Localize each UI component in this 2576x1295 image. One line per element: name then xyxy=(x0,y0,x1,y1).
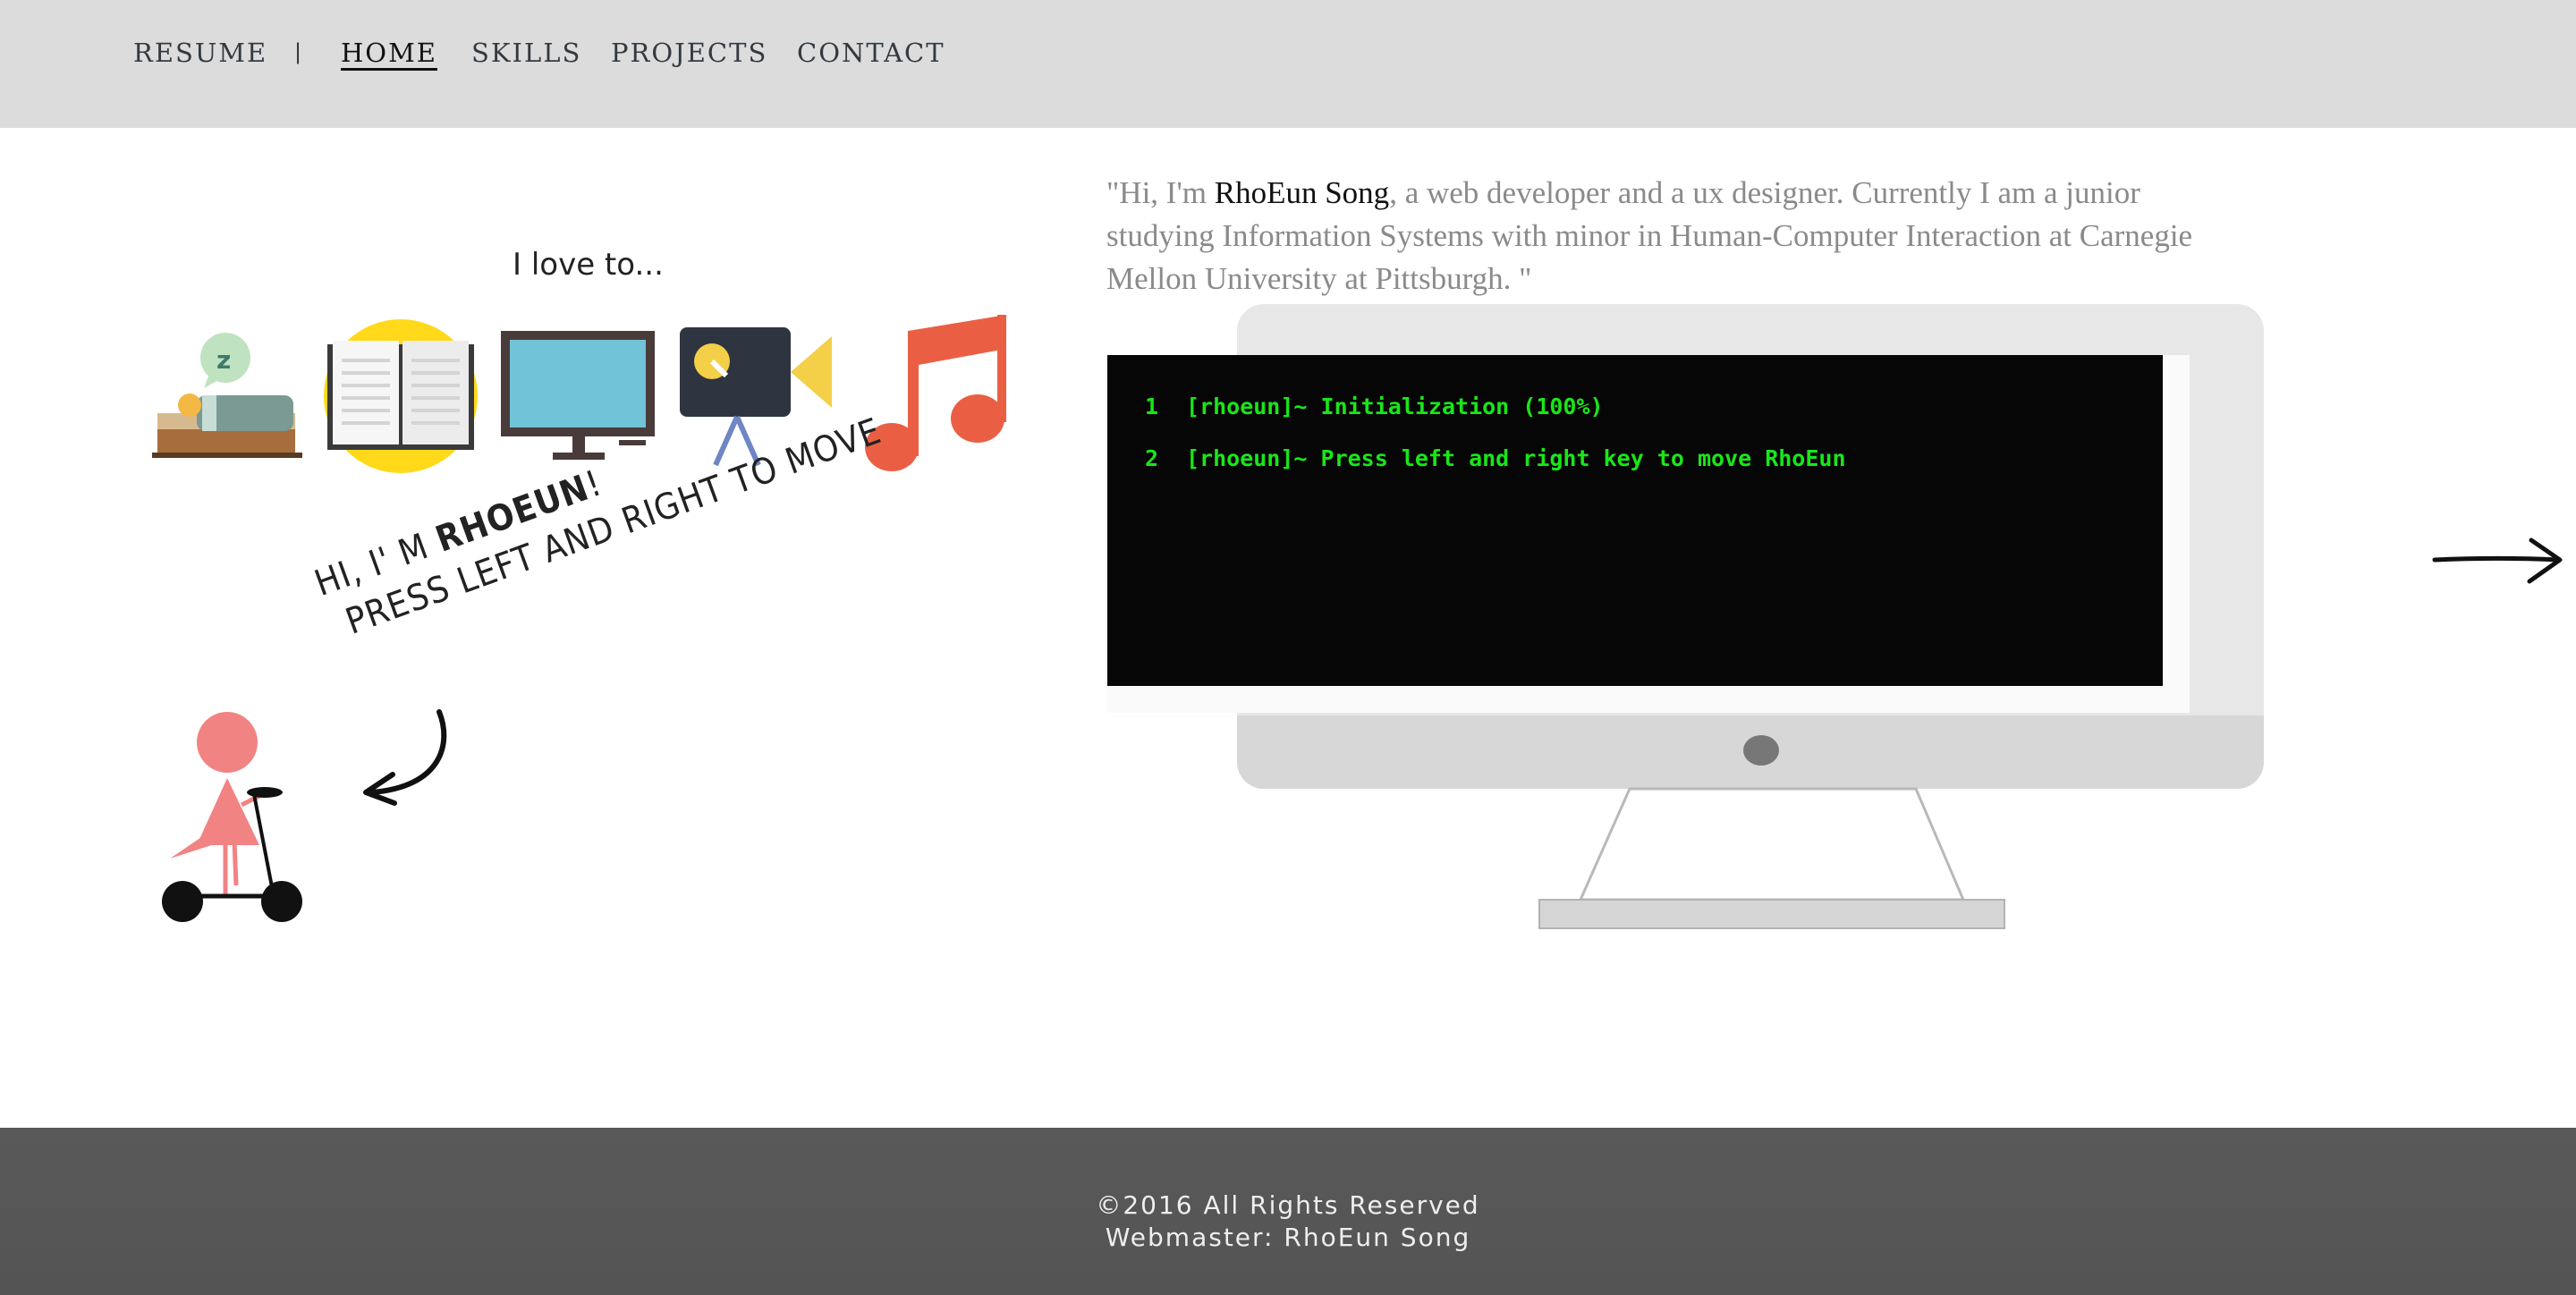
nav-separator: | xyxy=(294,39,302,64)
curved-arrow-icon xyxy=(363,709,447,806)
nav-projects-link[interactable]: PROJECTS xyxy=(611,38,767,68)
footer: ©2016 All Rights Reserved Webmaster: Rho… xyxy=(0,1128,2576,1295)
intro-name: RhoEun Song xyxy=(1214,175,1390,210)
line-text: [rhoeun]~ Initialization (100%) xyxy=(1186,394,1604,419)
line-number: 1 xyxy=(1145,394,1159,419)
rhoeun-character[interactable] xyxy=(152,707,331,930)
intro-text: "Hi, I'm RhoEun Song, a web developer an… xyxy=(1106,172,2233,300)
hobby-icons: z xyxy=(143,313,1038,483)
line-number: 2 xyxy=(1145,445,1159,471)
book-icon xyxy=(324,319,478,473)
terminal-line: 1 [rhoeun]~ Initialization (100%) xyxy=(1145,394,1604,419)
svg-text:z: z xyxy=(216,345,231,375)
nav-resume-link[interactable]: RESUME xyxy=(133,38,267,68)
line-text: [rhoeun]~ Press left and right key to mo… xyxy=(1186,445,1846,471)
nav-home-link[interactable]: HOME xyxy=(341,38,437,68)
love-heading: I love to... xyxy=(513,247,664,283)
monitor-camera xyxy=(1743,735,1779,766)
footer-copyright: ©2016 All Rights Reserved xyxy=(1096,1190,1480,1220)
terminal-line: 2 [rhoeun]~ Press left and right key to m… xyxy=(1145,445,1846,471)
nav-skills-link[interactable]: SKILLS xyxy=(471,38,581,68)
terminal: 1 [rhoeun]~ Initialization (100%) 2 [rhoeu… xyxy=(1107,355,2163,686)
nav-contact-link[interactable]: CONTACT xyxy=(797,38,945,68)
sleep-icon: z xyxy=(152,333,302,458)
footer-webmaster: Webmaster: RhoEun Song xyxy=(1105,1223,1471,1252)
intro-prefix: "Hi, I'm xyxy=(1106,175,1215,210)
next-arrow-icon[interactable] xyxy=(2431,535,2565,588)
top-nav: RESUME | HOME SKILLS PROJECTS CONTACT xyxy=(0,0,2576,128)
